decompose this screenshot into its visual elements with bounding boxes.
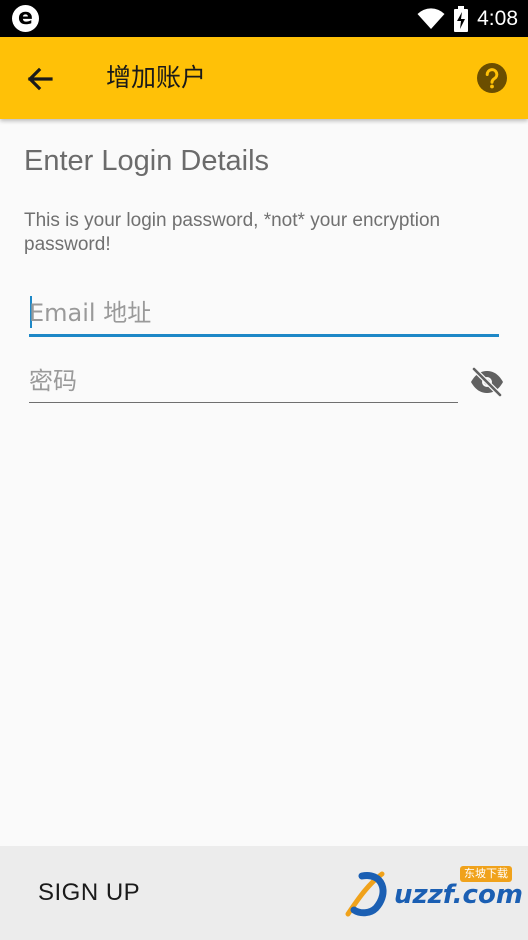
bottom-bar: SIGN UP 东坡下载 uzzf.com bbox=[0, 846, 528, 940]
watermark-logo: 东坡下载 uzzf.com bbox=[342, 862, 523, 922]
status-bar: e 4:08 bbox=[0, 0, 528, 37]
password-visibility-toggle[interactable] bbox=[469, 366, 505, 398]
battery-charging-icon bbox=[454, 5, 469, 32]
status-indicators: 4:08 bbox=[417, 0, 518, 37]
password-field[interactable]: 密码 bbox=[29, 360, 458, 403]
status-time: 4:08 bbox=[477, 6, 518, 30]
watermark-text: uzzf.com bbox=[394, 880, 523, 910]
email-field[interactable]: Email 地址 bbox=[29, 292, 499, 337]
arrow-left-icon bbox=[27, 67, 53, 91]
help-circle-icon bbox=[477, 63, 507, 93]
eye-off-icon bbox=[471, 367, 503, 397]
app-notification-icon: e bbox=[12, 5, 39, 32]
app-bar: 增加账户 bbox=[0, 37, 528, 119]
page-title: 增加账户 bbox=[106, 63, 207, 92]
form-heading: Enter Login Details bbox=[24, 145, 270, 177]
wifi-icon bbox=[417, 7, 445, 29]
help-button[interactable] bbox=[476, 62, 508, 94]
email-placeholder: Email 地址 bbox=[29, 299, 152, 327]
form-subtext: This is your login password, *not* your … bbox=[24, 210, 441, 255]
back-button[interactable] bbox=[20, 59, 60, 99]
password-placeholder: 密码 bbox=[29, 367, 77, 395]
watermark-swoosh-icon bbox=[345, 871, 387, 917]
sign-up-button[interactable]: SIGN UP bbox=[38, 846, 140, 940]
